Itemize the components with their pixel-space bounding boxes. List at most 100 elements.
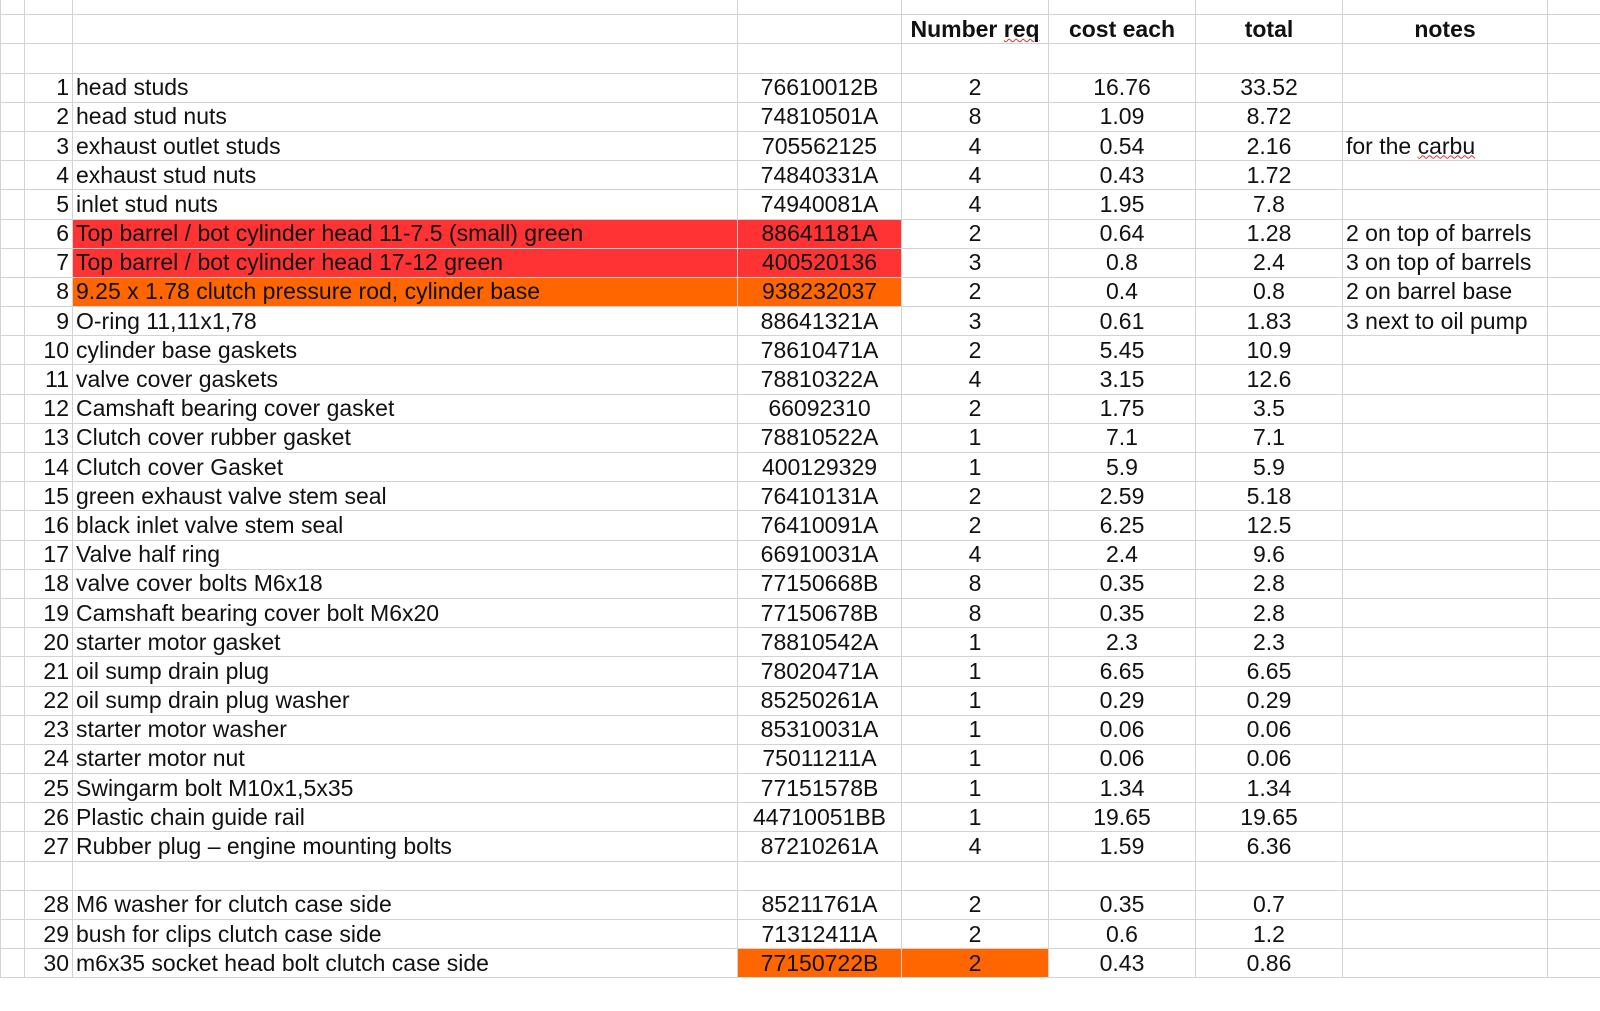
quantity-cell[interactable]: 1 [901, 451, 1049, 483]
cell[interactable] [901, 860, 1049, 891]
part-number-cell[interactable]: 78810522A [737, 422, 902, 454]
cell[interactable] [0, 451, 25, 483]
cell[interactable] [1342, 860, 1548, 891]
cell[interactable] [737, 0, 902, 16]
cell[interactable] [1547, 189, 1600, 220]
cell[interactable] [0, 422, 25, 454]
cell[interactable] [0, 276, 25, 308]
notes-cell[interactable] [1342, 802, 1548, 833]
cell[interactable] [0, 510, 25, 541]
notes-cell[interactable] [1342, 189, 1548, 220]
cell[interactable] [1547, 247, 1600, 278]
cell[interactable] [1547, 802, 1600, 833]
cost-each-cell[interactable]: 0.35 [1048, 597, 1196, 629]
cell[interactable] [1547, 714, 1600, 745]
row-number[interactable]: 20 [24, 627, 73, 658]
cell[interactable] [0, 101, 25, 132]
header-notes[interactable]: notes [1342, 14, 1548, 45]
total-cell[interactable]: 8.72 [1195, 101, 1343, 132]
notes-cell[interactable] [1342, 743, 1548, 775]
cell[interactable] [0, 685, 25, 716]
cost-each-cell[interactable]: 0.29 [1048, 685, 1196, 716]
row-number[interactable]: 1 [24, 72, 73, 103]
cost-each-cell[interactable]: 5.45 [1048, 335, 1196, 366]
notes-cell[interactable] [1342, 422, 1548, 454]
cell[interactable] [0, 539, 25, 570]
cell[interactable] [1547, 597, 1600, 629]
quantity-cell[interactable]: 2 [901, 276, 1049, 308]
description-cell[interactable]: oil sump drain plug [72, 656, 738, 687]
part-number-cell[interactable]: 66910031A [737, 539, 902, 570]
total-cell[interactable]: 6.36 [1195, 831, 1343, 862]
part-number-cell[interactable]: 85211761A [737, 889, 902, 921]
cost-each-cell[interactable]: 1.09 [1048, 101, 1196, 132]
cell[interactable] [1547, 948, 1600, 979]
description-cell[interactable]: exhaust stud nuts [72, 160, 738, 191]
description-cell[interactable]: head stud nuts [72, 101, 738, 132]
quantity-cell[interactable]: 1 [901, 743, 1049, 775]
cell[interactable] [0, 218, 25, 249]
row-number[interactable]: 26 [24, 802, 73, 833]
description-cell[interactable]: valve cover gaskets [72, 364, 738, 395]
cost-each-cell[interactable]: 0.43 [1048, 160, 1196, 191]
notes-cell[interactable] [1342, 685, 1548, 716]
part-number-cell[interactable]: 74940081A [737, 189, 902, 220]
part-number-cell[interactable]: 78610471A [737, 335, 902, 366]
part-number-cell[interactable]: 78810542A [737, 627, 902, 658]
total-cell[interactable]: 2.16 [1195, 130, 1343, 162]
cell[interactable] [0, 860, 25, 891]
description-cell[interactable]: Clutch cover Gasket [72, 451, 738, 483]
description-cell[interactable]: m6x35 socket head bolt clutch case side [72, 948, 738, 979]
part-number-cell[interactable]: 938232037 [737, 276, 902, 308]
notes-cell[interactable] [1342, 948, 1548, 979]
cell[interactable] [0, 918, 25, 950]
cost-each-cell[interactable]: 0.54 [1048, 130, 1196, 162]
cell[interactable] [1547, 627, 1600, 658]
cell[interactable] [72, 14, 738, 45]
total-cell[interactable]: 9.6 [1195, 539, 1343, 570]
row-number[interactable]: 8 [24, 276, 73, 308]
row-number[interactable]: 3 [24, 130, 73, 162]
part-number-cell[interactable]: 85250261A [737, 685, 902, 716]
cell[interactable] [901, 0, 1049, 16]
total-cell[interactable]: 2.8 [1195, 568, 1343, 599]
total-cell[interactable]: 2.4 [1195, 247, 1343, 278]
total-cell[interactable]: 0.7 [1195, 889, 1343, 921]
cell[interactable] [0, 130, 25, 162]
total-cell[interactable]: 5.9 [1195, 451, 1343, 483]
notes-cell[interactable] [1342, 918, 1548, 950]
cost-each-cell[interactable]: 0.6 [1048, 918, 1196, 950]
cost-each-cell[interactable]: 6.25 [1048, 510, 1196, 541]
total-cell[interactable]: 1.28 [1195, 218, 1343, 249]
notes-cell[interactable] [1342, 101, 1548, 132]
cell[interactable] [24, 14, 73, 45]
cell[interactable] [0, 656, 25, 687]
part-number-cell[interactable]: 71312411A [737, 918, 902, 950]
part-number-cell[interactable]: 76410131A [737, 481, 902, 512]
part-number-cell[interactable]: 74810501A [737, 101, 902, 132]
total-cell[interactable]: 7.8 [1195, 189, 1343, 220]
row-number[interactable]: 13 [24, 422, 73, 454]
cost-each-cell[interactable]: 0.35 [1048, 568, 1196, 599]
row-number[interactable]: 10 [24, 335, 73, 366]
description-cell[interactable]: cylinder base gaskets [72, 335, 738, 366]
part-number-cell[interactable]: 400520136 [737, 247, 902, 278]
quantity-cell[interactable]: 8 [901, 101, 1049, 132]
quantity-cell[interactable]: 2 [901, 393, 1049, 424]
total-cell[interactable]: 0.29 [1195, 685, 1343, 716]
total-cell[interactable]: 0.86 [1195, 948, 1343, 979]
cell[interactable] [0, 773, 25, 804]
row-number[interactable]: 7 [24, 247, 73, 278]
part-number-cell[interactable]: 78020471A [737, 656, 902, 687]
cell[interactable] [0, 568, 25, 599]
description-cell[interactable]: Clutch cover rubber gasket [72, 422, 738, 454]
cell[interactable] [1547, 218, 1600, 249]
cell[interactable] [0, 43, 25, 74]
quantity-cell[interactable]: 2 [901, 948, 1049, 979]
cell[interactable] [1547, 773, 1600, 804]
cell[interactable] [0, 72, 25, 103]
cell[interactable] [1547, 422, 1600, 454]
description-cell[interactable]: Valve half ring [72, 539, 738, 570]
cell[interactable] [24, 860, 73, 891]
cell[interactable] [1547, 743, 1600, 775]
